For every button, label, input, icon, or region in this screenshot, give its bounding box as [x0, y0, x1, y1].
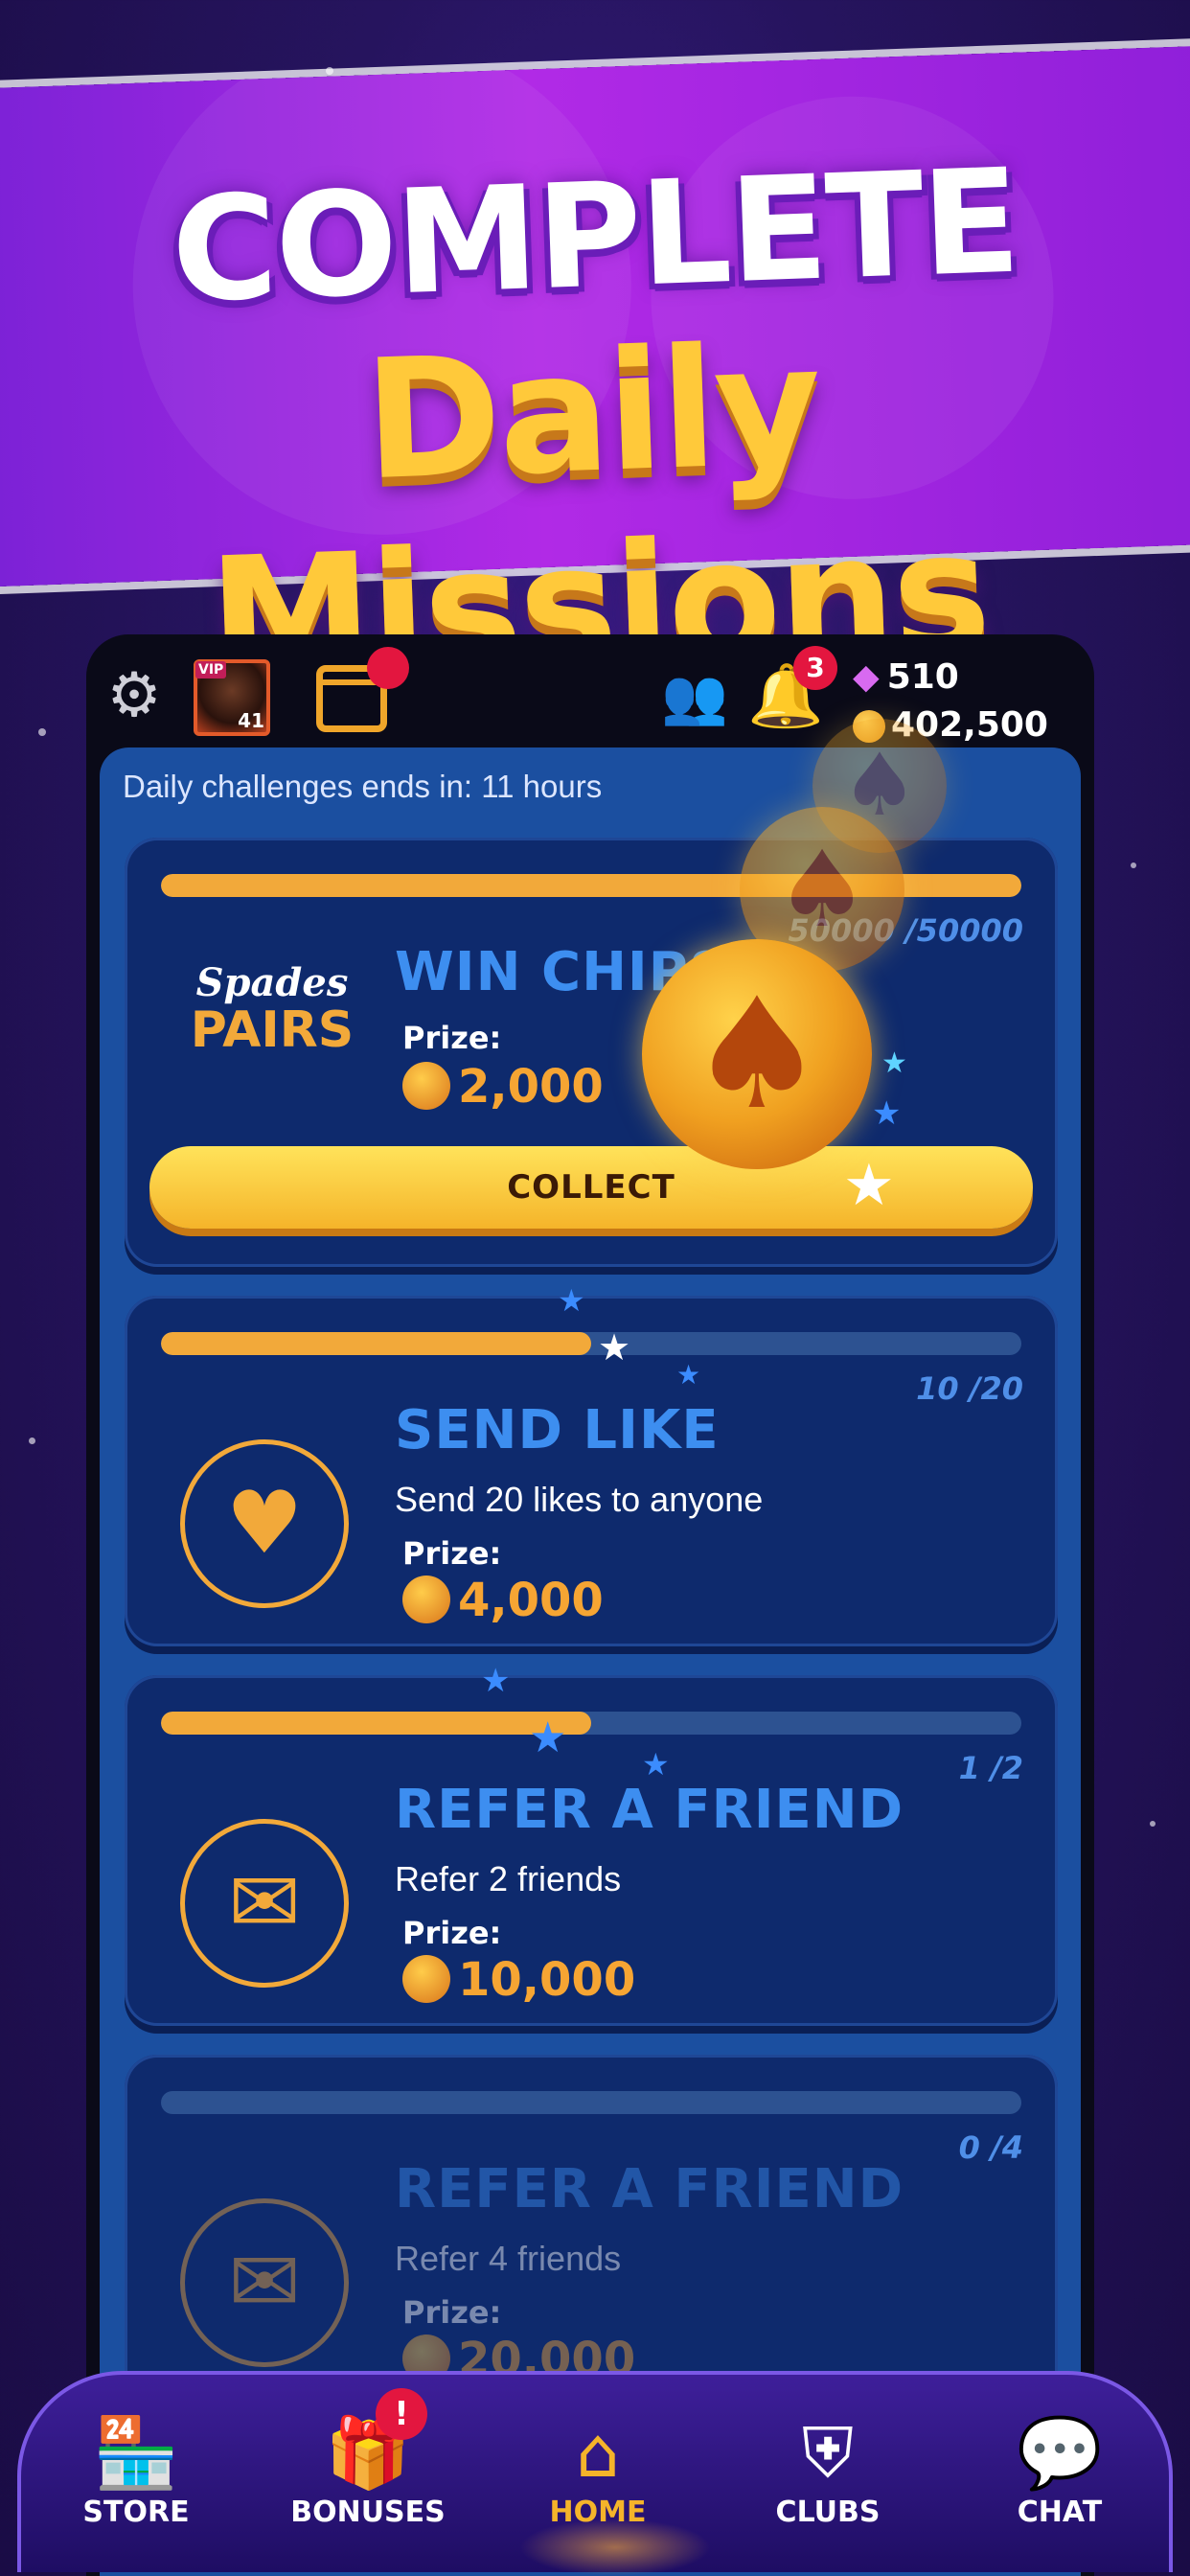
envelope-icon: ✉ — [180, 1819, 349, 1988]
mission-card-refer-friend-2: 1 /2 ✉ REFER A FRIEND Refer 2 friends Pr… — [125, 1675, 1058, 2026]
nav-chat-label: CHAT — [1017, 2496, 1103, 2529]
missions-panel: Daily challenges ends in: 11 hours 50000… — [100, 748, 1081, 2576]
mission-title: REFER A FRIEND — [395, 2158, 904, 2220]
mission-title: REFER A FRIEND — [395, 1779, 904, 1841]
star-icon: ★ — [598, 1326, 631, 1368]
progress-fill — [161, 1712, 591, 1735]
sparkle — [38, 728, 46, 736]
mission-title: SEND LIKE — [395, 1399, 720, 1461]
mission-description: Refer 4 friends — [395, 2239, 622, 2278]
calendar-icon[interactable] — [316, 647, 409, 732]
progress-bar — [161, 1712, 1021, 1735]
sparkle — [1150, 1821, 1156, 1827]
bottom-nav: 🏪 STORE 🎁 ! BONUSES ⌂ HOME ⛨ CLUBS 💬 CHA… — [17, 2371, 1173, 2576]
nav-bonuses-label: BONUSES — [290, 2496, 446, 2529]
star-icon: ★ — [843, 1152, 895, 1219]
nav-store-label: STORE — [82, 2496, 190, 2529]
gem-balance[interactable]: ◆ 510 — [853, 657, 959, 697]
shield-icon: ⛨ — [801, 2412, 854, 2493]
star-icon: ★ — [558, 1282, 585, 1319]
sparkle — [29, 1438, 35, 1444]
mission-card-win-chips: 50000 /50000 Spades PAIRS WIN CHIPS Priz… — [125, 838, 1058, 1267]
challenge-countdown: Daily challenges ends in: 11 hours — [123, 769, 603, 804]
nav-home[interactable]: ⌂ HOME — [502, 2413, 694, 2529]
collect-button[interactable]: COLLECT — [149, 1146, 1033, 1229]
notification-badge: 3 — [793, 646, 837, 690]
progress-bar — [161, 2091, 1021, 2114]
chat-icon: 💬 — [1017, 2412, 1103, 2493]
heart-arrow-icon: ♥ — [180, 1439, 349, 1608]
store-icon: 🏪 — [93, 2412, 179, 2493]
level-label: 41 — [238, 709, 264, 732]
sparkle — [326, 67, 333, 75]
top-bar: ⚙ VIP 41 👥 🔔 3 ◆ 510 402,500 — [86, 634, 1094, 748]
sparkle — [1131, 862, 1136, 868]
gem-count: 510 — [886, 657, 959, 697]
nav-clubs[interactable]: ⛨ CLUBS — [732, 2413, 924, 2529]
prize-label: Prize: — [402, 2294, 502, 2331]
calendar-notification-dot — [367, 647, 409, 689]
mission-description: Send 20 likes to anyone — [395, 1480, 764, 1519]
mission-card-send-like: 10 /20 ♥ SEND LIKE Send 20 likes to anyo… — [125, 1296, 1058, 1646]
coin-icon — [402, 1955, 450, 2003]
nav-home-label: HOME — [549, 2496, 647, 2529]
coin-icon — [402, 1062, 450, 1110]
prize-amount: 10,000 — [402, 1953, 635, 2007]
progress-fill — [161, 1332, 591, 1355]
prize-label: Prize: — [402, 1535, 502, 1572]
envelope-icon: ✉ — [180, 2198, 349, 2367]
spade-coin-icon: ♠ — [642, 939, 872, 1169]
nav-chat[interactable]: 💬 CHAT — [964, 2413, 1156, 2529]
nav-clubs-label: CLUBS — [775, 2496, 881, 2529]
home-icon: ⌂ — [576, 2412, 620, 2493]
friends-icon[interactable]: 👥 — [661, 671, 728, 724]
spades-pairs-logo: Spades PAIRS — [190, 960, 355, 1059]
gem-icon: ◆ — [853, 657, 880, 697]
prize-label: Prize: — [402, 1020, 502, 1056]
star-icon: ★ — [881, 1046, 907, 1080]
star-icon: ★ — [642, 1746, 670, 1782]
star-icon: ★ — [872, 1094, 902, 1133]
progress-bar — [161, 1332, 1021, 1355]
bonuses-alert-badge: ! — [376, 2388, 427, 2440]
gear-icon[interactable]: ⚙ — [103, 665, 165, 726]
vip-badge: VIP — [195, 661, 227, 678]
star-icon: ★ — [529, 1714, 567, 1762]
nav-store[interactable]: 🏪 STORE — [40, 2413, 232, 2529]
progress-count: 1 /2 — [958, 1750, 1023, 1786]
avatar[interactable]: VIP 41 — [194, 659, 270, 736]
star-icon: ★ — [481, 1662, 511, 1700]
coin-icon — [402, 1576, 450, 1623]
star-icon: ★ — [676, 1359, 701, 1391]
prize-amount: 4,000 — [402, 1574, 604, 1627]
nav-bonuses[interactable]: 🎁 ! BONUSES — [272, 2388, 464, 2529]
prize-label: Prize: — [402, 1915, 502, 1951]
mission-description: Refer 2 friends — [395, 1859, 622, 1898]
progress-count: 10 /20 — [916, 1370, 1023, 1407]
gift-icon: 🎁 — [325, 2412, 411, 2493]
progress-count: 0 /4 — [958, 2129, 1023, 2166]
prize-amount: 2,000 — [402, 1060, 604, 1114]
phone-screen: ⚙ VIP 41 👥 🔔 3 ◆ 510 402,500 Daily challe… — [86, 634, 1094, 2576]
